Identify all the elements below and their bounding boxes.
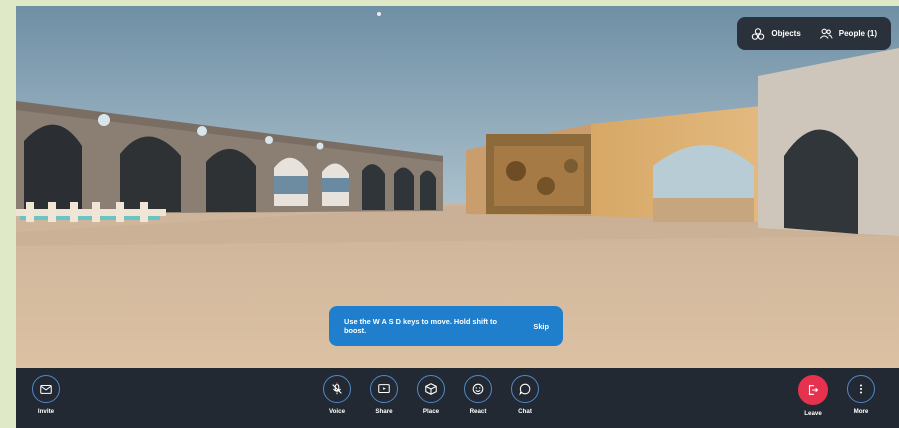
stone-tower	[758, 48, 899, 236]
chat-label: Chat	[518, 408, 532, 415]
objects-icon	[752, 27, 765, 40]
voice-label: Voice	[328, 408, 346, 415]
people-button[interactable]: People (1)	[813, 20, 883, 48]
people-icon	[819, 28, 833, 39]
chat-button-circle	[511, 375, 539, 403]
exit-icon	[808, 385, 819, 395]
screen-share-icon	[378, 384, 390, 394]
vertical-dots-icon	[859, 384, 863, 394]
place-label: Place	[422, 408, 440, 415]
hint-text: Use the W A S D keys to move. Hold shift…	[344, 317, 498, 335]
invite-label: Invite	[37, 408, 55, 415]
skip-button[interactable]: Skip	[533, 322, 549, 331]
chat-button[interactable]: Chat	[505, 375, 545, 415]
invite-button-circle	[32, 375, 60, 403]
voice-button[interactable]: Voice	[317, 375, 357, 415]
cube-icon	[425, 383, 437, 395]
objects-button[interactable]: Objects	[745, 20, 806, 48]
invite-button[interactable]: Invite	[26, 375, 66, 415]
leave-button-circle	[798, 375, 828, 405]
react-button[interactable]: React	[458, 375, 498, 415]
share-button[interactable]: Share	[364, 375, 404, 415]
microphone-muted-icon	[332, 382, 342, 395]
chat-bubble-icon	[519, 383, 531, 396]
bottom-toolbar: Invite Voice Share Place React Chat Leav…	[16, 368, 899, 428]
share-label: Share	[375, 408, 393, 415]
leave-label: Leave	[804, 410, 822, 417]
movement-hint-banner: Use the W A S D keys to move. Hold shift…	[329, 306, 563, 346]
more-button[interactable]: More	[841, 375, 881, 415]
objects-label: Objects	[771, 29, 801, 38]
people-label: People (1)	[838, 29, 877, 38]
top-toolbar: Objects People (1)	[737, 17, 891, 50]
place-button[interactable]: Place	[411, 375, 451, 415]
react-button-circle	[464, 375, 492, 403]
more-label: More	[853, 408, 869, 415]
wooden-wall	[591, 106, 761, 222]
place-button-circle	[417, 375, 445, 403]
smiley-icon	[472, 383, 484, 395]
voice-button-circle	[323, 375, 351, 403]
envelope-icon	[40, 384, 52, 394]
leave-button[interactable]: Leave	[793, 375, 833, 417]
react-label: React	[469, 408, 487, 415]
more-button-circle	[847, 375, 875, 403]
share-button-circle	[370, 375, 398, 403]
